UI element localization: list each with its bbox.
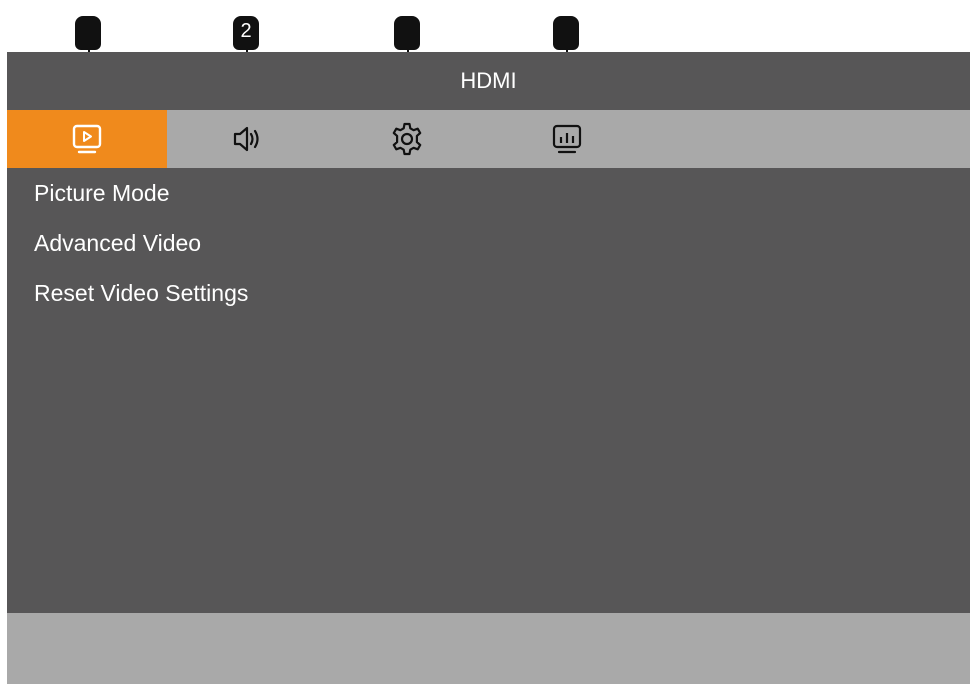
title-bar: HDMI xyxy=(7,52,970,110)
osd-menu: HDMI Picture Mode Advanced Video Reset V… xyxy=(7,52,970,684)
tab-info[interactable] xyxy=(487,110,647,168)
menu-item-reset-video-settings[interactable]: Reset Video Settings xyxy=(34,280,248,307)
menu-item-picture-mode[interactable]: Picture Mode xyxy=(34,180,170,207)
callout-3-marker xyxy=(394,16,420,50)
speaker-icon xyxy=(230,122,264,156)
footer-bar xyxy=(7,613,970,684)
bar-chart-icon xyxy=(550,122,584,156)
callout-4-marker xyxy=(553,16,579,50)
callout-2-marker: 2 xyxy=(233,16,259,50)
tab-audio[interactable] xyxy=(167,110,327,168)
tab-picture[interactable] xyxy=(7,110,167,168)
tab-settings[interactable] xyxy=(327,110,487,168)
menu-item-advanced-video[interactable]: Advanced Video xyxy=(34,230,201,257)
gear-icon xyxy=(389,121,425,157)
callout-1-marker xyxy=(75,16,101,50)
picture-icon xyxy=(70,122,104,156)
source-title: HDMI xyxy=(460,68,517,93)
tab-bar xyxy=(7,110,970,168)
menu-list: Picture Mode Advanced Video Reset Video … xyxy=(7,168,970,613)
